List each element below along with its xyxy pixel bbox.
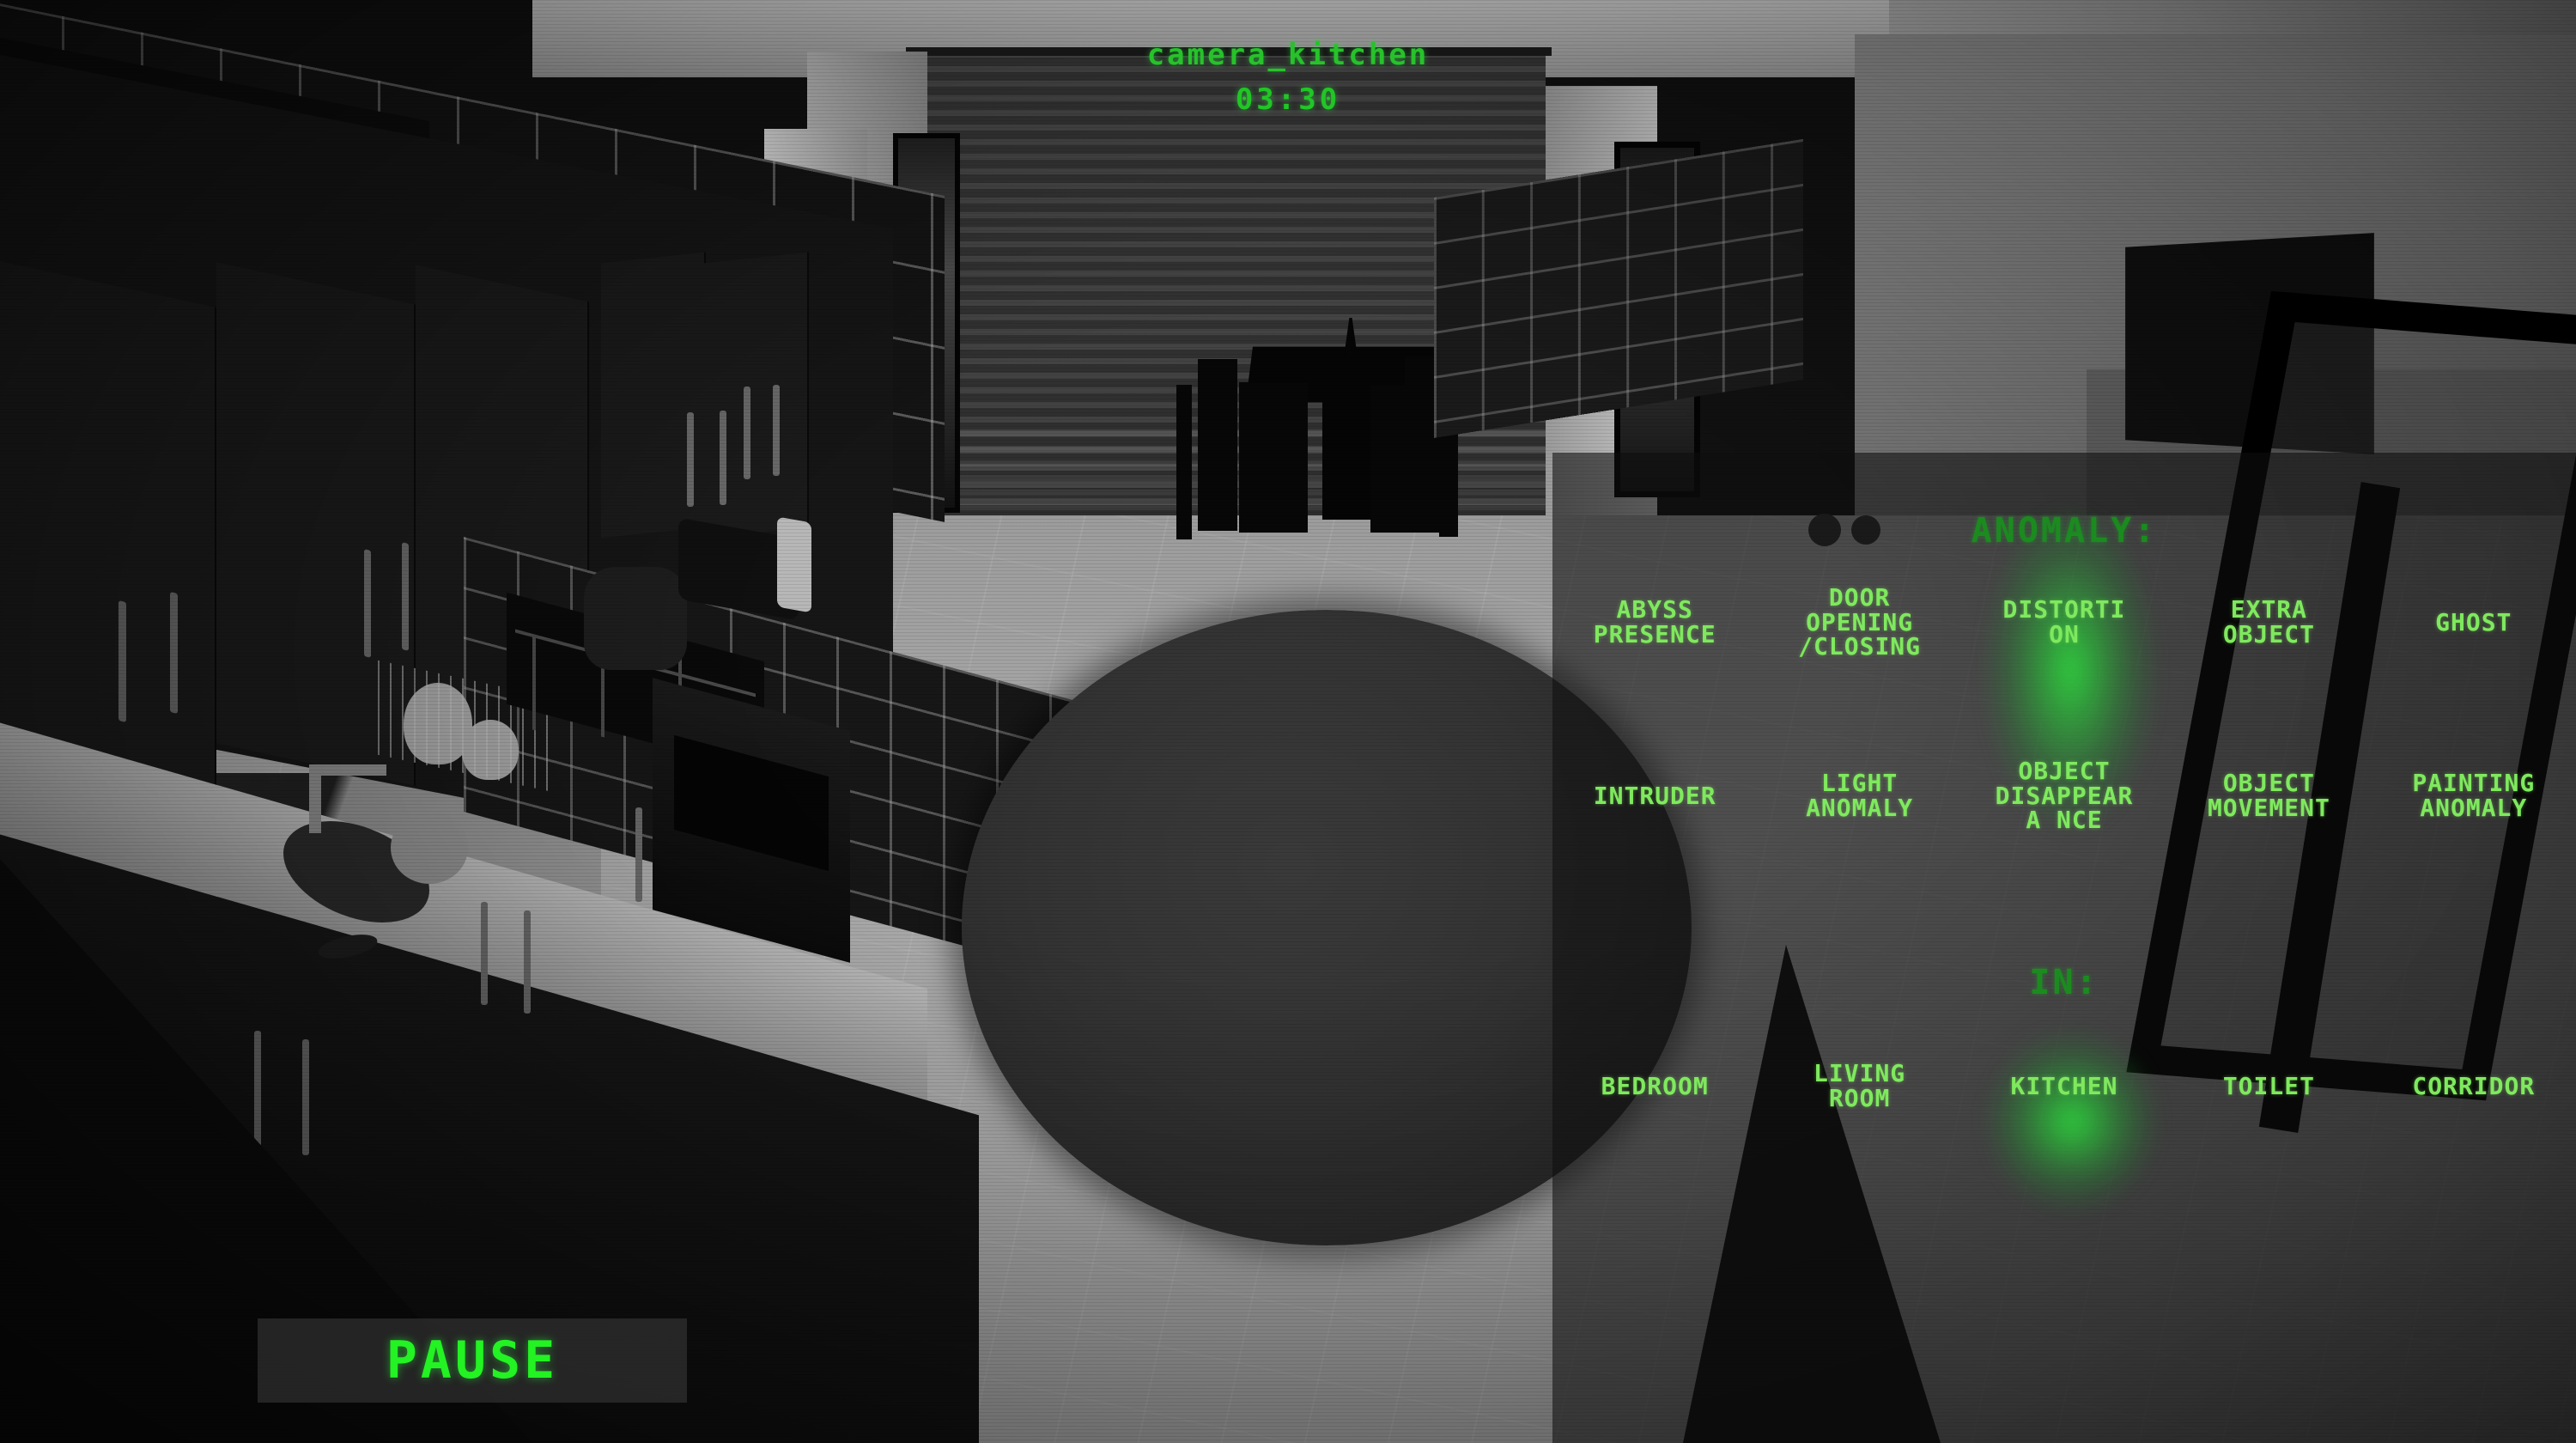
dining-chair (1370, 385, 1432, 533)
drawer-handle (481, 902, 488, 1005)
anomaly-option-painting-anomaly[interactable]: PAINTING ANOMALY (2409, 770, 2538, 821)
anomaly-option-door-opening-closing[interactable]: DOOR OPENING /CLOSING (1795, 585, 1924, 660)
game-timer: 03:30 (1235, 82, 1341, 117)
anomaly-option-object-movement[interactable]: OBJECT MOVEMENT (2204, 770, 2333, 821)
cabinet-handle (364, 549, 371, 658)
stove-grate (532, 635, 536, 731)
anomaly-option-extra-object[interactable]: EXTRA OBJECT (2204, 597, 2333, 648)
game-screen: camera_kitchen 03:30 PAUSE ANOMALY: ABYS… (0, 0, 2576, 1443)
toaster-side (777, 516, 811, 613)
drawer-handle (254, 1031, 261, 1147)
location-section-heading: IN: (2029, 963, 2099, 1002)
drawer-handle (635, 807, 642, 902)
dining-chair (1176, 385, 1192, 539)
anomaly-options-row-1: ABYSS PRESENCE DOOR OPENING /CLOSING DIS… (1552, 563, 2576, 683)
anomaly-option-abyss-presence[interactable]: ABYSS PRESENCE (1590, 597, 1719, 648)
anomaly-option-light-anomaly[interactable]: LIGHT ANOMALY (1795, 770, 1924, 821)
plate (391, 812, 468, 884)
cabinet-handle (687, 412, 694, 507)
anomaly-section-heading: ANOMALY: (1971, 511, 2158, 551)
cabinet-handle (773, 385, 780, 476)
drawer-handle (302, 1039, 309, 1155)
kettle (584, 567, 687, 670)
camera-name-label: camera_kitchen (1146, 38, 1430, 72)
room-option-bedroom[interactable]: BEDROOM (1590, 1074, 1719, 1099)
room-option-toilet[interactable]: TOILET (2204, 1074, 2333, 1099)
room-option-corridor[interactable]: CORRIDOR (2409, 1074, 2538, 1099)
cabinet-handle (170, 592, 178, 714)
dining-chair (1239, 382, 1308, 533)
cabinet-door (0, 259, 216, 788)
cabinet-handle (118, 600, 126, 722)
faucet-spout (309, 764, 386, 776)
room-option-kitchen[interactable]: KITCHEN (2000, 1074, 2129, 1099)
room-options-row: BEDROOM LIVING ROOM KITCHEN TOILET CORRI… (1552, 1026, 2576, 1147)
room-option-living-room[interactable]: LIVING ROOM (1795, 1061, 1924, 1111)
cabinet-handle (402, 542, 409, 651)
anomaly-option-distortion[interactable]: DISTORTION (2000, 597, 2129, 648)
anomaly-option-object-disappearance[interactable]: OBJECT DISAPPEARA NCE (1991, 758, 2137, 833)
cabinet-handle (720, 411, 726, 505)
dining-chair (1198, 359, 1237, 531)
cabinet-handle (744, 387, 750, 479)
anomaly-option-ghost[interactable]: GHOST (2409, 610, 2538, 636)
anomaly-option-intruder[interactable]: INTRUDER (1590, 783, 1719, 809)
drawer-handle (524, 910, 531, 1014)
anomaly-options-row-2: INTRUDER LIGHT ANOMALY OBJECT DISAPPEARA… (1552, 736, 2576, 856)
anomaly-report-panel: ANOMALY: ABYSS PRESENCE DOOR OPENING /CL… (1552, 453, 2576, 1443)
pause-button[interactable]: PAUSE (258, 1318, 687, 1403)
pause-button-label: PAUSE (386, 1330, 559, 1391)
